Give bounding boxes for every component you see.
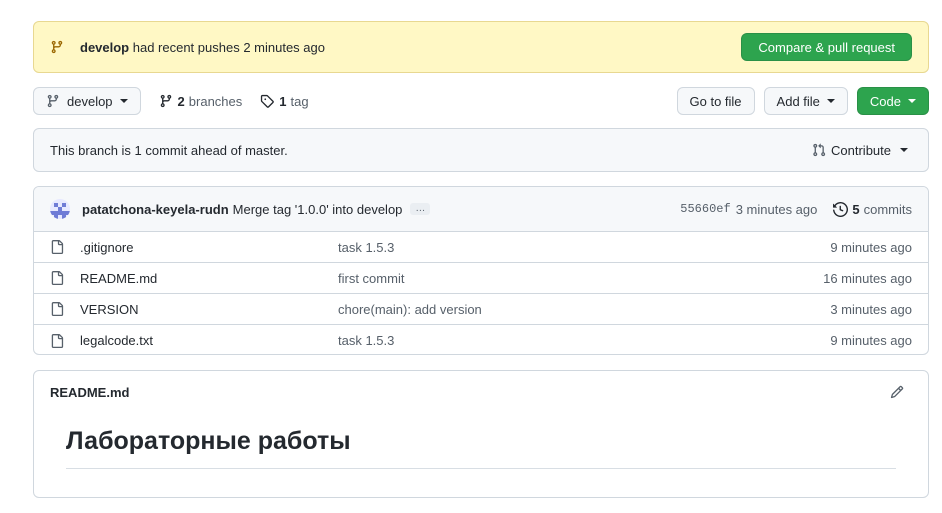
contribute-dropdown[interactable]: Contribute bbox=[812, 143, 908, 158]
banner-text: develop had recent pushes 2 minutes ago bbox=[80, 40, 741, 55]
caret-down-icon bbox=[826, 99, 835, 103]
file-age: 3 minutes ago bbox=[830, 301, 912, 317]
branches-count: 2 bbox=[177, 93, 185, 109]
commit-message[interactable]: Merge tag '1.0.0' into develop bbox=[233, 202, 403, 217]
file-icon bbox=[50, 240, 64, 254]
file-row[interactable]: legalcode.txt task 1.5.3 9 minutes ago bbox=[34, 325, 928, 354]
commit-meta: 55660ef 3 minutes ago 5 commits bbox=[680, 202, 912, 217]
tags-link[interactable]: 1 tag bbox=[260, 93, 309, 109]
caret-down-icon bbox=[900, 148, 908, 152]
add-file-label: Add file bbox=[776, 93, 820, 109]
repo-toolbar: develop 2 branches 1 tag Go to file Add … bbox=[33, 87, 929, 115]
readme-title[interactable]: README.md bbox=[50, 385, 890, 400]
banner-branch-name[interactable]: develop bbox=[80, 40, 129, 55]
file-name[interactable]: .gitignore bbox=[80, 240, 338, 255]
tags-label: tag bbox=[290, 93, 309, 109]
branch-status-box: This branch is 1 commit ahead of master.… bbox=[33, 128, 929, 172]
code-button[interactable]: Code bbox=[856, 87, 929, 115]
file-name[interactable]: legalcode.txt bbox=[80, 333, 338, 348]
file-row[interactable]: README.md first commit 16 minutes ago bbox=[34, 263, 928, 294]
file-name[interactable]: VERSION bbox=[80, 302, 338, 317]
readme-header: README.md bbox=[34, 371, 928, 413]
file-icon bbox=[50, 271, 64, 285]
latest-commit-row: patatchona-keyela-rudn Merge tag '1.0.0'… bbox=[34, 187, 928, 232]
tag-icon bbox=[260, 94, 275, 108]
commits-label: commits bbox=[863, 201, 912, 217]
commits-history-link[interactable]: 5 commits bbox=[833, 202, 912, 217]
code-label: Code bbox=[869, 93, 901, 109]
contribute-label: Contribute bbox=[831, 142, 891, 158]
commit-sha[interactable]: 55660ef bbox=[680, 202, 730, 216]
git-branch-icon bbox=[46, 94, 60, 108]
commits-count: 5 bbox=[852, 201, 860, 217]
branches-label: branches bbox=[188, 93, 243, 109]
file-commit-message[interactable]: task 1.5.3 bbox=[338, 240, 830, 255]
history-icon bbox=[833, 201, 849, 217]
file-commit-message[interactable]: task 1.5.3 bbox=[338, 333, 830, 348]
commit-author[interactable]: patatchona-keyela-rudn bbox=[82, 202, 229, 217]
file-age: 9 minutes ago bbox=[830, 239, 912, 255]
readme-box: README.md Лабораторные работы bbox=[33, 370, 929, 498]
file-age: 9 minutes ago bbox=[830, 333, 912, 348]
file-icon bbox=[50, 302, 64, 316]
caret-down-icon bbox=[908, 99, 916, 103]
branch-select-button[interactable]: develop bbox=[33, 87, 141, 115]
caret-down-icon bbox=[119, 99, 128, 103]
git-branch-icon bbox=[159, 94, 173, 108]
branch-ahead-text: This branch is 1 commit ahead of master. bbox=[50, 142, 288, 158]
file-commit-message[interactable]: chore(main): add version bbox=[338, 302, 830, 317]
file-name[interactable]: README.md bbox=[80, 271, 338, 286]
commit-age: 3 minutes ago bbox=[735, 201, 818, 217]
branches-link[interactable]: 2 branches bbox=[159, 93, 243, 109]
commit-expand-button[interactable]: … bbox=[410, 203, 431, 215]
branch-select-label: develop bbox=[67, 93, 113, 109]
compare-pull-request-button[interactable]: Compare & pull request bbox=[741, 33, 912, 61]
file-age: 16 minutes ago bbox=[823, 270, 912, 286]
readme-content: Лабораторные работы bbox=[34, 413, 928, 469]
file-row[interactable]: VERSION chore(main): add version 3 minut… bbox=[34, 294, 928, 325]
git-pull-request-icon bbox=[812, 143, 826, 157]
avatar[interactable] bbox=[50, 199, 70, 219]
go-to-file-button[interactable]: Go to file bbox=[676, 87, 755, 115]
tags-count: 1 bbox=[279, 93, 287, 109]
file-browser: patatchona-keyela-rudn Merge tag '1.0.0'… bbox=[33, 186, 929, 355]
file-commit-message[interactable]: first commit bbox=[338, 271, 823, 286]
recent-push-banner: develop had recent pushes 2 minutes ago … bbox=[33, 21, 929, 73]
add-file-button[interactable]: Add file bbox=[763, 87, 848, 115]
pencil-icon[interactable] bbox=[890, 385, 904, 399]
file-icon bbox=[50, 333, 64, 348]
banner-message: had recent pushes 2 minutes ago bbox=[129, 39, 325, 55]
readme-heading: Лабораторные работы bbox=[66, 427, 896, 469]
git-branch-icon bbox=[50, 40, 64, 54]
file-row[interactable]: .gitignore task 1.5.3 9 minutes ago bbox=[34, 232, 928, 263]
